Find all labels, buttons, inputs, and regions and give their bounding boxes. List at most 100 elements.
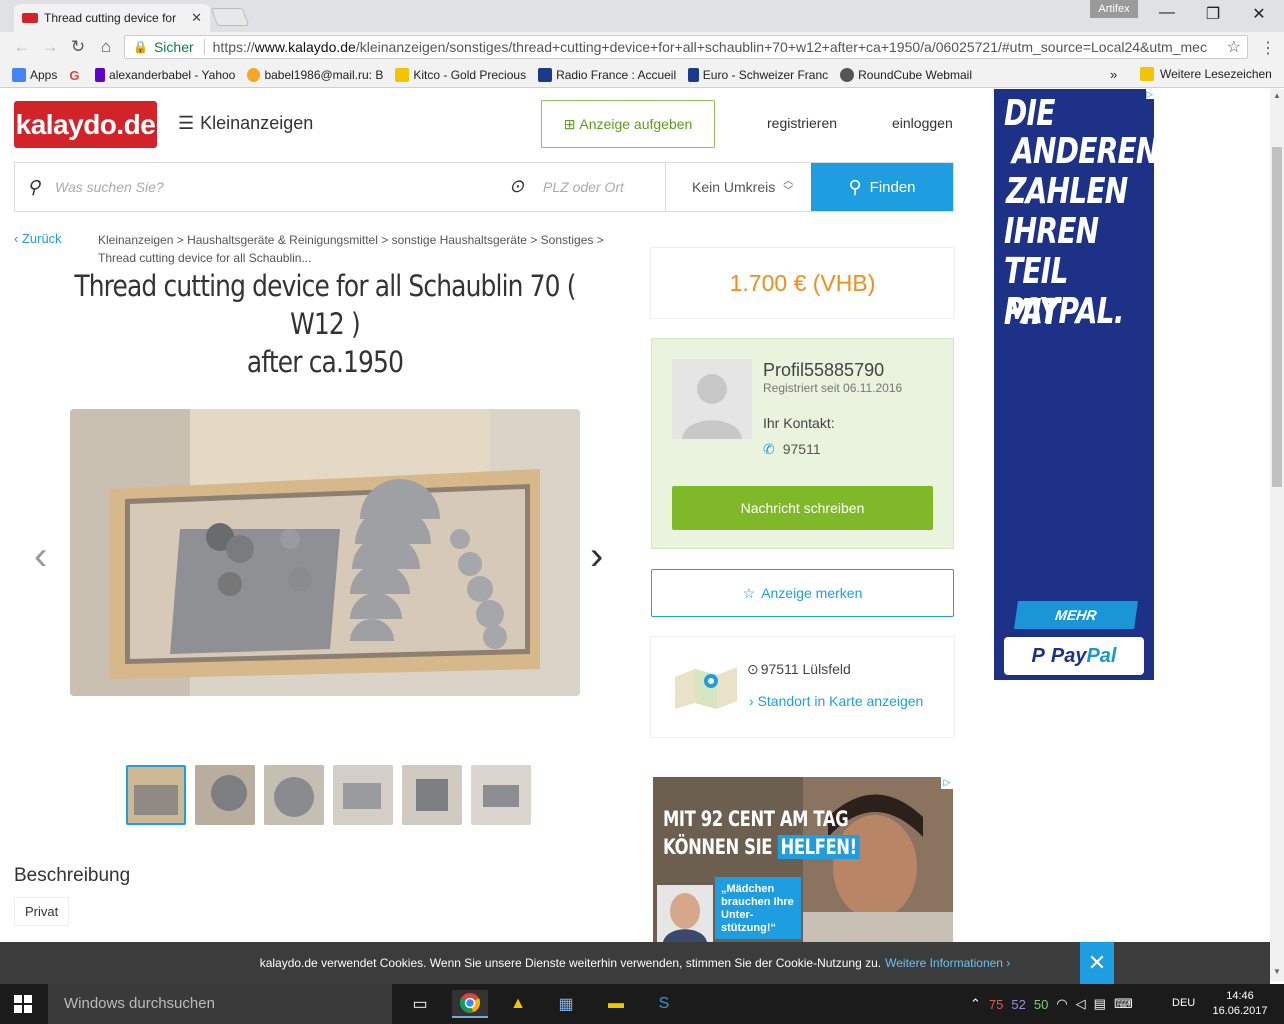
- ad-text-line: ANDEREN: [1012, 131, 1154, 172]
- other-bookmarks[interactable]: Weitere Lesezeichen: [1140, 67, 1272, 81]
- post-ad-button[interactable]: ⊞ Anzeige aufgeben: [541, 100, 715, 148]
- thumbnail[interactable]: [126, 765, 186, 825]
- location-input[interactable]: ⊙ PLZ oder Ort: [495, 163, 665, 211]
- roundcube-icon: [840, 67, 855, 82]
- bookmark-mailru[interactable]: babel1986@mail.ru: B: [247, 67, 383, 82]
- minimize-icon[interactable]: —: [1144, 4, 1190, 22]
- phone-number: 97511: [782, 441, 821, 457]
- location-box: ⊙ 97511 Lülsfeld › Standort in Karte anz…: [651, 637, 954, 737]
- bookmark-apps[interactable]: Apps: [12, 67, 57, 82]
- scroll-up-icon[interactable]: ▲: [1273, 91, 1281, 100]
- page-scrollbar[interactable]: ▲ ▼: [1270, 89, 1284, 981]
- restore-icon[interactable]: ❐: [1190, 4, 1236, 24]
- cookie-more-info-link[interactable]: Weitere Informationen ›: [885, 956, 1010, 970]
- chevron-up-icon[interactable]: ⌃: [970, 996, 981, 1012]
- bookmark-kitco[interactable]: Kitco - Gold Precious: [395, 67, 526, 82]
- browser-tab[interactable]: Thread cutting device for ✕: [14, 4, 210, 32]
- paypal-ad[interactable]: DIE ANDEREN ZAHLEN IHREN TEIL MIT PAYPAL…: [994, 89, 1154, 680]
- address-bar[interactable]: 🔒 Sicher https://www.kalaydo.de/kleinanz…: [124, 35, 1248, 59]
- forward-icon[interactable]: →: [36, 37, 64, 57]
- volume-icon[interactable]: ◁: [1076, 996, 1086, 1012]
- task-view-icon[interactable]: ▭: [402, 990, 438, 1018]
- windows-taskbar: Windows durchsuchen ▭ ▲ ▦ ▬ S ⌃ 75 52 50…: [0, 984, 1284, 1024]
- search-icon: ⚲: [27, 177, 41, 197]
- login-link[interactable]: einloggen: [892, 115, 953, 131]
- cookie-close-button[interactable]: ✕: [1080, 942, 1114, 984]
- breadcrumb-item[interactable]: Kleinanzeigen: [98, 233, 173, 247]
- bookmark-euro-chf[interactable]: Euro - Schweizer Franc: [688, 67, 828, 82]
- scroll-down-icon[interactable]: ▼: [1273, 967, 1281, 976]
- find-label: Finden: [869, 178, 916, 196]
- wifi-icon[interactable]: ◠: [1056, 996, 1067, 1012]
- thumbnail[interactable]: [402, 765, 462, 825]
- browser-toolbar: ← → ↻ ⌂ 🔒 Sicher https://www.kalaydo.de/…: [0, 32, 1284, 62]
- portrait-image: [657, 885, 713, 942]
- file-explorer-icon[interactable]: ▬: [598, 990, 634, 1018]
- radius-select[interactable]: Kein Umkreis ︿ ﹀: [665, 163, 811, 211]
- skype-icon[interactable]: S: [646, 990, 682, 1018]
- adchoices-icon[interactable]: ▷: [1146, 89, 1156, 99]
- new-tab-button[interactable]: [210, 8, 250, 26]
- bookmark-google[interactable]: G: [69, 68, 83, 82]
- browser-menu-icon[interactable]: ⋮: [1260, 38, 1276, 58]
- cookie-text: kalaydo.de verwendet Cookies. Wenn Sie u…: [259, 956, 882, 970]
- breadcrumb-item[interactable]: Haushaltsgeräte & Reinigungsmittel: [187, 233, 378, 247]
- kleinanzeigen-menu[interactable]: ☰ Kleinanzeigen: [178, 113, 313, 134]
- seller-name[interactable]: Profil55885790: [763, 360, 884, 381]
- windows-start-icon[interactable]: [14, 995, 32, 1013]
- location-value: 97511 Lülsfeld: [760, 661, 851, 677]
- find-button[interactable]: ⚲ Finden: [811, 163, 953, 211]
- home-icon[interactable]: ⌂: [92, 37, 120, 57]
- keyboard-icon[interactable]: ⌨: [1114, 996, 1133, 1012]
- browser-tabbar: Thread cutting device for ✕ Artifex — ❐ …: [0, 0, 1284, 32]
- language-indicator[interactable]: DEU: [1172, 997, 1195, 1009]
- search-input[interactable]: ⚲ Was suchen Sie?: [15, 163, 495, 211]
- previous-image-icon[interactable]: ‹: [34, 534, 47, 579]
- warning-app-icon[interactable]: ▲: [500, 990, 536, 1018]
- save-ad-button[interactable]: ☆ Anzeige merken: [651, 569, 954, 617]
- thumbnail-image: [333, 765, 393, 825]
- scroll-thumb[interactable]: [1272, 147, 1282, 487]
- show-on-map-link[interactable]: › Standort in Karte anzeigen: [749, 693, 923, 709]
- control-panel-icon[interactable]: ▦: [548, 990, 584, 1018]
- paypal-logo: P PayPal: [1004, 637, 1144, 675]
- bookmark-radio-france[interactable]: Radio France : Accueil: [538, 67, 676, 82]
- more-bookmarks-icon[interactable]: »: [1110, 67, 1117, 82]
- bookmark-label: RoundCube Webmail: [858, 67, 972, 82]
- chrome-icon[interactable]: [452, 990, 488, 1018]
- thumbnail[interactable]: [195, 765, 255, 825]
- bookmark-yahoo[interactable]: alexanderbabel - Yahoo: [95, 67, 235, 82]
- thumbnail-strip: [126, 765, 531, 825]
- breadcrumb-item[interactable]: Sonstiges: [541, 233, 594, 247]
- write-message-button[interactable]: Nachricht schreiben: [672, 486, 933, 530]
- kalaydo-logo[interactable]: kalaydo.de: [14, 101, 157, 148]
- breadcrumb-item[interactable]: sonstige Haushaltsgeräte: [392, 233, 527, 247]
- adchoices-icon[interactable]: ▷: [941, 777, 953, 789]
- back-icon[interactable]: ←: [8, 37, 36, 57]
- bookmark-roundcube[interactable]: RoundCube Webmail: [840, 67, 972, 82]
- search-bar: ⚲ Was suchen Sie? ⊙ PLZ oder Ort Kein Um…: [14, 162, 954, 212]
- seller-phone[interactable]: ✆ 97511: [763, 441, 821, 458]
- close-window-icon[interactable]: ✕: [1236, 4, 1282, 24]
- star-icon: ☆: [742, 584, 756, 601]
- breadcrumb: Kleinanzeigen > Haushaltsgeräte & Reinig…: [98, 233, 604, 265]
- ad-more-button[interactable]: MEHR ERFAHREN: [1014, 601, 1138, 651]
- next-image-icon[interactable]: ›: [590, 534, 603, 579]
- reload-icon[interactable]: ↻: [64, 37, 92, 57]
- register-link[interactable]: registrieren: [767, 115, 837, 131]
- notifications-icon[interactable]: ▤: [1094, 996, 1106, 1012]
- ad-text-line: DIE: [1004, 93, 1055, 134]
- taskbar-clock[interactable]: 14:46 16.06.2017: [1210, 989, 1270, 1019]
- thumbnail[interactable]: [471, 765, 531, 825]
- bookmark-star-icon[interactable]: ☆: [1227, 37, 1241, 57]
- paypal-p-icon: P: [1031, 644, 1045, 667]
- thumbnail[interactable]: [264, 765, 324, 825]
- charity-ad[interactable]: MIT 92 CENT AM TAG KÖNNEN SIE HELFEN! „M…: [653, 777, 953, 942]
- kalaydo-favicon-icon: [22, 13, 38, 23]
- taskbar-search-input[interactable]: Windows durchsuchen: [48, 984, 392, 1024]
- profile-badge[interactable]: Artifex: [1090, 0, 1138, 18]
- back-link[interactable]: ‹ Zurück: [14, 231, 62, 246]
- product-image[interactable]: [70, 409, 580, 696]
- thumbnail[interactable]: [333, 765, 393, 825]
- close-tab-icon[interactable]: ✕: [191, 10, 202, 26]
